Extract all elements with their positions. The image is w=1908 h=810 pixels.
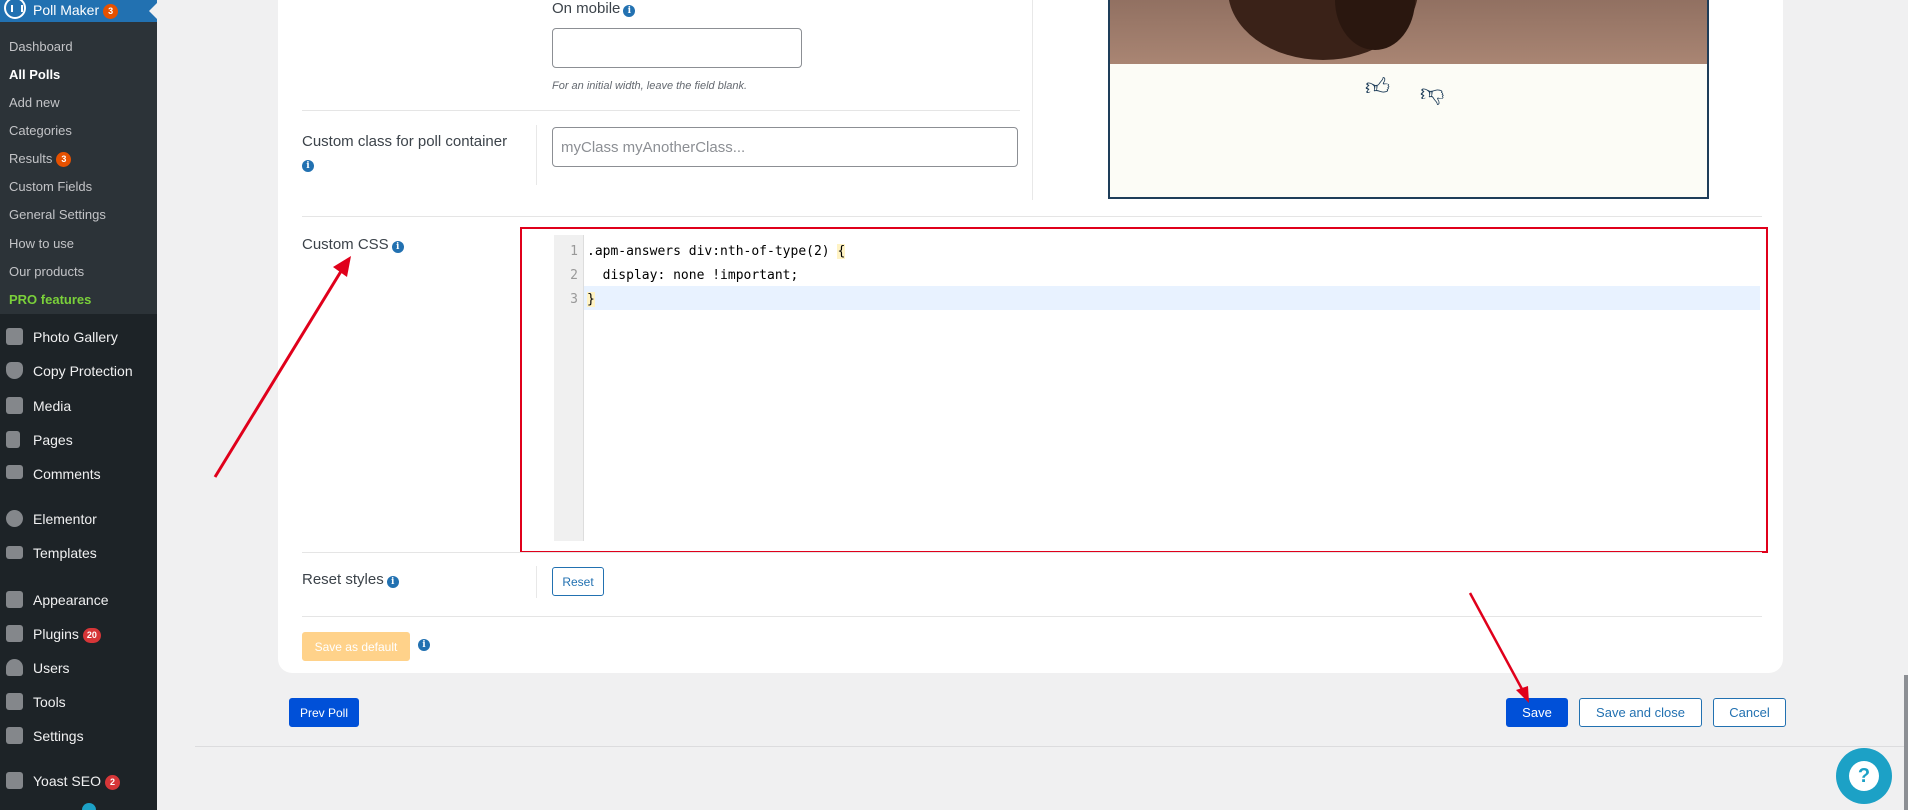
- annotation-arrows: [213, 256, 1529, 703]
- page-scrollbar[interactable]: [1904, 675, 1908, 810]
- arrow-to-custom-css: [213, 267, 345, 478]
- question-icon: ?: [1849, 761, 1879, 791]
- arrowhead-icon: [1516, 686, 1529, 703]
- arrowhead-icon: [333, 256, 351, 277]
- help-button[interactable]: ?: [1836, 748, 1892, 804]
- arrow-to-save: [1468, 592, 1525, 692]
